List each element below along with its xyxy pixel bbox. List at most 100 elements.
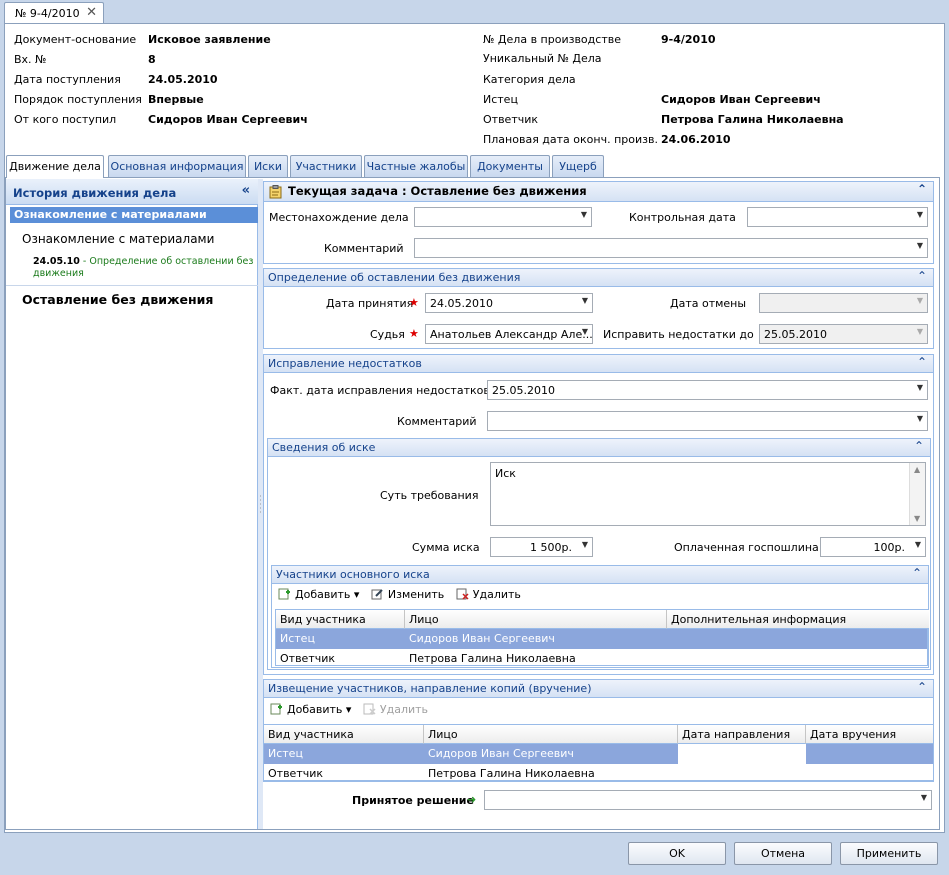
fix-header: Исправление недостатков ⌃ xyxy=(264,355,933,373)
table-cell: Сидоров Иван Сергеевич xyxy=(428,747,574,760)
fact-date-value: 25.05.2010 xyxy=(492,384,555,397)
result-select[interactable]: ▼ xyxy=(484,790,932,810)
cancel-button[interactable]: Отмена xyxy=(734,842,832,865)
collapse-icon[interactable]: ⌃ xyxy=(914,439,924,453)
collapse-icon[interactable]: ⌃ xyxy=(917,680,927,694)
history-selected-item[interactable]: Ознакомление с материалами xyxy=(10,207,258,223)
current-task-title: Текущая задача : Оставление без движения xyxy=(288,184,587,198)
delete-notice-button[interactable]: Удалить xyxy=(363,703,428,716)
header-label: Плановая дата оконч. произв. xyxy=(483,133,658,146)
fix-comment-field[interactable]: ▼ xyxy=(487,411,928,431)
document-tab[interactable]: № 9-4/2010 ✕ xyxy=(4,2,104,24)
column-header[interactable]: Дата направления xyxy=(678,725,806,744)
result-label: Принятое решение xyxy=(352,794,474,807)
delete-icon xyxy=(363,703,376,715)
edit-participant-button[interactable]: Изменить xyxy=(371,588,444,601)
column-header[interactable]: Дополнительная информация xyxy=(667,610,929,629)
history-item[interactable]: Ознакомление с материалами xyxy=(22,232,214,246)
required-star-icon: ★ xyxy=(409,296,419,309)
claim-participants-section: Участники основного иска ⌃ Добавить ▾ Из… xyxy=(271,565,929,668)
table-cell[interactable] xyxy=(806,764,933,784)
essence-value: Иск xyxy=(495,467,516,480)
fact-date-field[interactable]: 25.05.2010 ▼ xyxy=(487,380,928,400)
tab-private-complaints[interactable]: Частные жалобы xyxy=(364,155,468,177)
add-notice-button[interactable]: Добавить ▾ xyxy=(270,703,351,716)
claim-section: Сведения об иске ⌃ Суть требования Иск ▲… xyxy=(267,438,931,670)
notice-section: Извещение участников, направление копий … xyxy=(263,679,934,782)
dropdown-arrow-icon: ▼ xyxy=(581,296,588,305)
scroll-up-icon[interactable]: ▲ xyxy=(914,465,920,474)
tab-participants[interactable]: Участники xyxy=(290,155,362,177)
collapse-icon[interactable]: ⌃ xyxy=(917,182,927,196)
delete-participant-button[interactable]: Удалить xyxy=(456,588,521,601)
collapse-icon[interactable]: ⌃ xyxy=(912,566,922,580)
judge-select[interactable]: Анатольев Александр Але... ▼ xyxy=(425,324,593,344)
table-cell[interactable] xyxy=(678,764,806,784)
table-cell: Петрова Галина Николаевна xyxy=(428,767,595,780)
fix-until-value: 25.05.2010 xyxy=(764,328,827,341)
close-icon[interactable]: ✕ xyxy=(86,5,97,20)
table-row[interactable]: Ответчик Петрова Галина Николаевна xyxy=(276,649,927,669)
history-subitem-date: 24.05.10 xyxy=(33,256,80,267)
sum-value: 1 500р. xyxy=(530,541,572,554)
task-comment-field[interactable]: ▼ xyxy=(414,238,928,258)
tab-damage[interactable]: Ущерб xyxy=(552,155,604,177)
collapse-icon[interactable]: ⌃ xyxy=(917,355,927,369)
claim-participants-toolbar: Добавить ▾ Изменить Удалить xyxy=(278,588,521,601)
tab-documents[interactable]: Документы xyxy=(470,155,550,177)
column-header[interactable]: Вид участника xyxy=(276,610,405,629)
location-label: Местонахождение дела xyxy=(269,211,409,224)
cancel-date-field: ▼ xyxy=(759,293,928,313)
table-row[interactable]: Истец Сидоров Иван Сергеевич xyxy=(276,629,927,649)
dropdown-arrow-icon: ▼ xyxy=(916,296,923,305)
table-row[interactable]: Ответчик Петрова Галина Николаевна xyxy=(264,764,933,784)
tab-movement[interactable]: Движение дела xyxy=(6,155,104,178)
required-star-icon: ★ xyxy=(409,327,419,340)
decision-date-field[interactable]: 24.05.2010 ▼ xyxy=(425,293,593,313)
header-value: Сидоров Иван Сергеевич xyxy=(661,93,821,106)
essence-textarea[interactable]: Иск ▲ ▼ xyxy=(490,462,926,526)
header-label: № Дела в производстве xyxy=(483,33,621,46)
header-value: Впервые xyxy=(148,93,204,106)
column-header[interactable]: Дата вручения xyxy=(806,725,933,744)
header-label: Истец xyxy=(483,93,518,106)
claim-participants-header: Участники основного иска ⌃ xyxy=(272,566,928,584)
add-participant-button[interactable]: Добавить ▾ xyxy=(278,588,359,601)
column-header[interactable]: Вид участника xyxy=(264,725,424,744)
collapse-left-icon[interactable]: « xyxy=(242,183,250,198)
claim-participants-table: Вид участника Лицо Дополнительная информ… xyxy=(275,609,929,669)
table-cell: Ответчик xyxy=(268,767,324,780)
scrollbar[interactable]: ▲ ▼ xyxy=(909,463,925,525)
fact-date-label: Факт. дата исправления недостатков xyxy=(270,384,490,397)
dropdown-arrow-icon: ▼ xyxy=(580,210,587,219)
tab-claims[interactable]: Иски xyxy=(248,155,288,177)
decision-title: Определение об оставлении без движения xyxy=(268,271,521,284)
control-date-field[interactable]: ▼ xyxy=(747,207,928,227)
duty-field[interactable]: 100р. ▼ xyxy=(820,537,926,557)
collapse-icon[interactable]: ⌃ xyxy=(917,269,927,283)
add-icon xyxy=(270,703,282,715)
fix-until-field: 25.05.2010 ▼ xyxy=(759,324,928,344)
tab-main-info[interactable]: Основная информация xyxy=(108,155,246,177)
sum-field[interactable]: 1 500р. ▼ xyxy=(490,537,593,557)
history-current-stage[interactable]: Оставление без движения xyxy=(22,292,213,307)
table-cell[interactable] xyxy=(806,744,933,764)
location-select[interactable]: ▼ xyxy=(414,207,592,227)
table-cell[interactable] xyxy=(678,744,806,764)
duty-value: 100р. xyxy=(873,541,905,554)
table-row[interactable]: Истец Сидоров Иван Сергеевич xyxy=(264,744,933,764)
history-subitem-separator: - xyxy=(79,256,90,267)
ok-button[interactable]: OK xyxy=(628,842,726,865)
header-value: 24.05.2010 xyxy=(148,73,218,86)
notice-toolbar: Добавить ▾ Удалить xyxy=(270,703,428,716)
table-cell: Истец xyxy=(268,747,303,760)
column-header[interactable]: Лицо xyxy=(424,725,678,744)
scroll-down-icon[interactable]: ▼ xyxy=(914,514,920,523)
history-subitem[interactable]: 24.05.10 - Определение об оставлении без… xyxy=(33,256,255,280)
dropdown-arrow-icon: ▼ xyxy=(916,327,923,336)
column-header[interactable]: Лицо xyxy=(405,610,667,629)
apply-button[interactable]: Применить xyxy=(840,842,938,865)
header-value: 9-4/2010 xyxy=(661,33,716,46)
header-value: Петрова Галина Николаевна xyxy=(661,113,844,126)
menu-arrow-icon: ▾ xyxy=(353,588,360,601)
